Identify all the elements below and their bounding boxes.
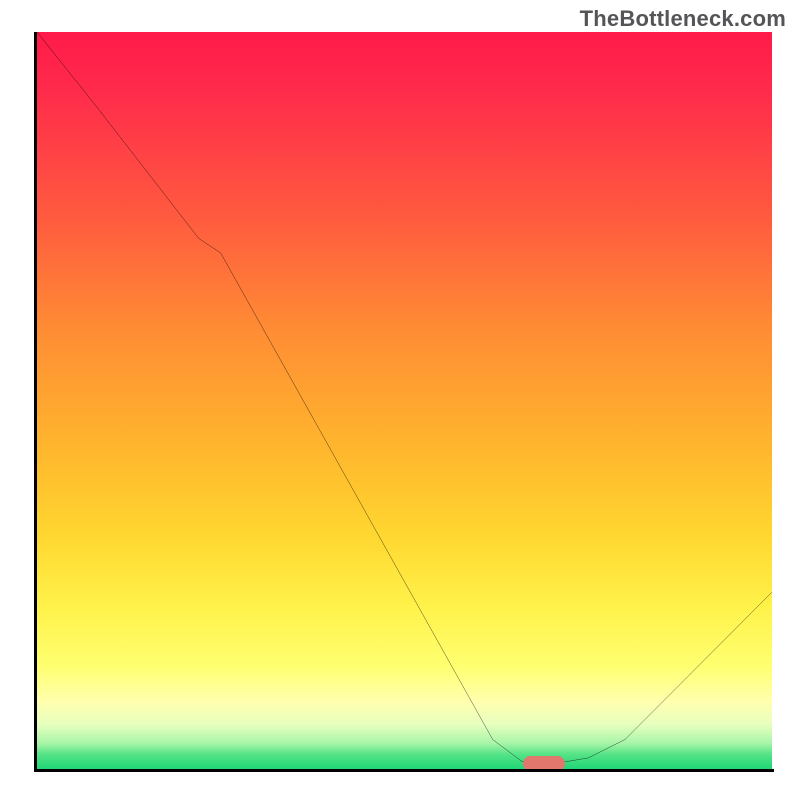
- chart-container: TheBottleneck.com: [0, 0, 800, 800]
- watermark-text: TheBottleneck.com: [580, 6, 786, 32]
- axes-frame: [34, 32, 774, 772]
